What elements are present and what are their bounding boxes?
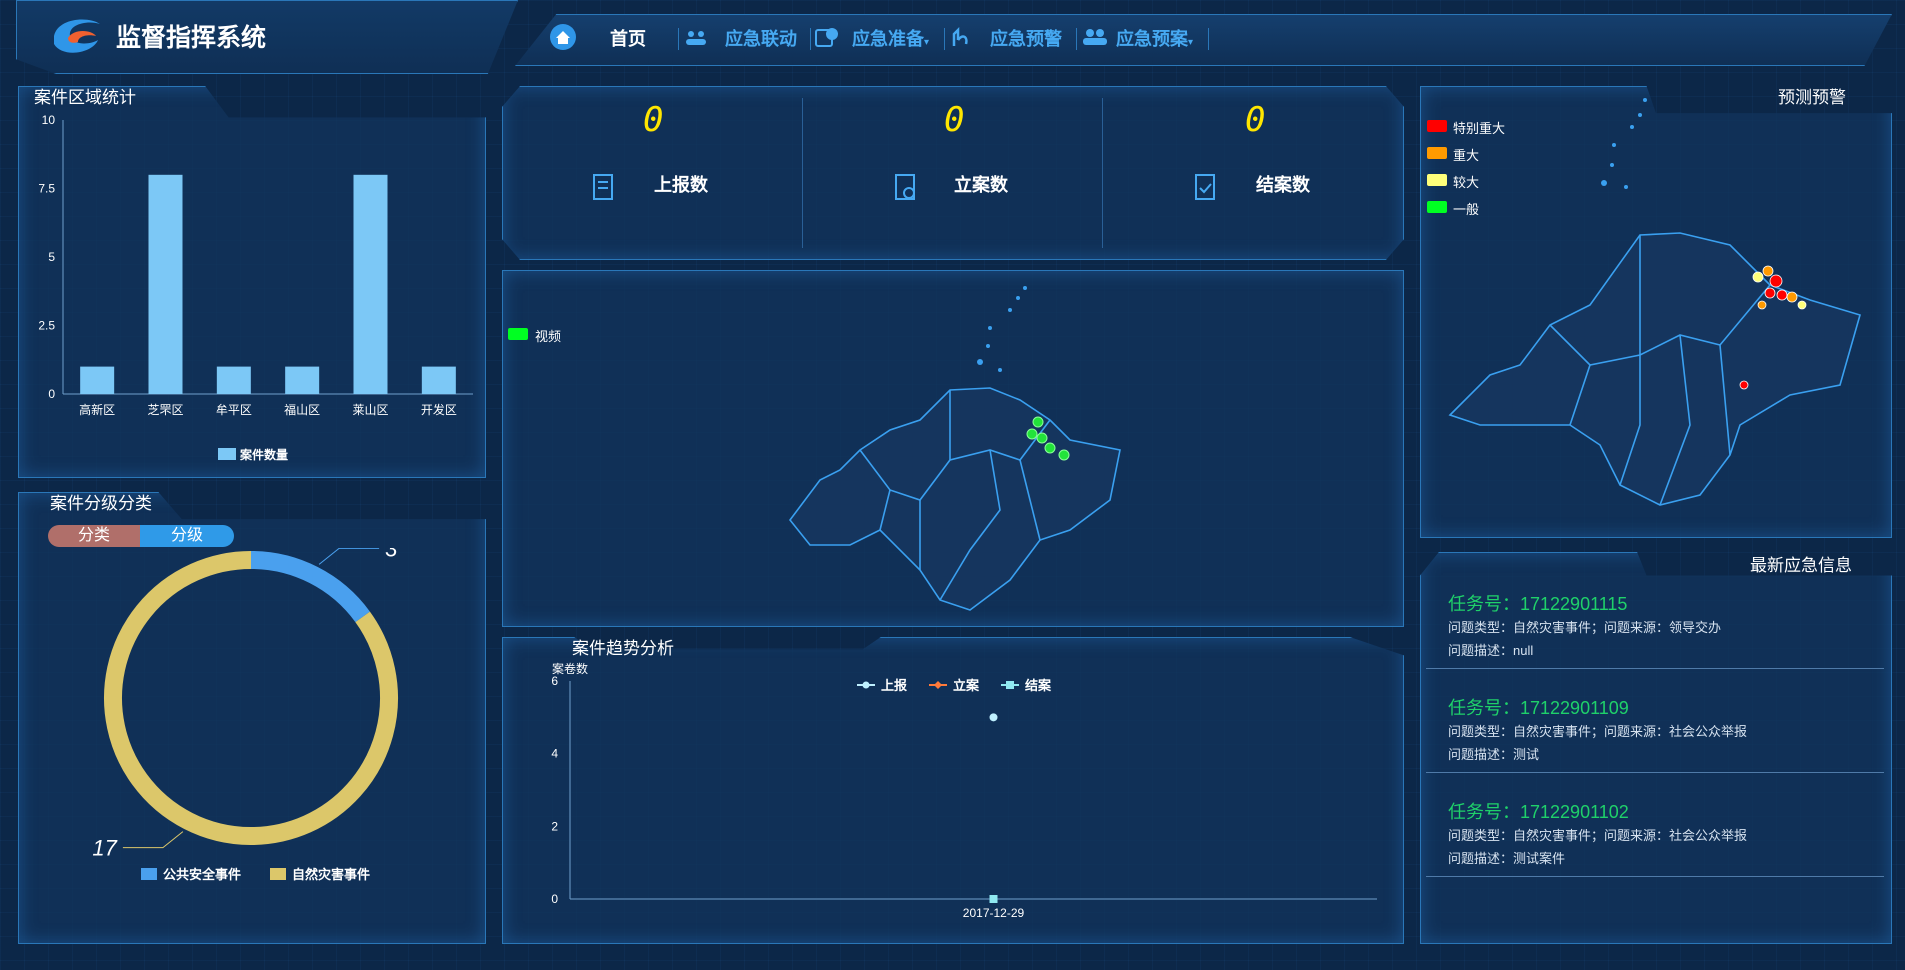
task-type-source: 问题类型：自然灾害事件；问题来源：领导交办 bbox=[1448, 620, 1722, 635]
nav-item-plan-label: 应急预案 bbox=[1116, 29, 1188, 49]
report-count-label: 上报数 bbox=[654, 175, 708, 195]
trend-legend-marker[interactable] bbox=[1006, 681, 1014, 689]
task-description: 问题描述：null bbox=[1448, 643, 1534, 658]
task-type-source: 问题类型：自然灾害事件；问题来源：社会公众举报 bbox=[1448, 724, 1748, 739]
close-count-label: 结案数 bbox=[1256, 175, 1310, 195]
file-register-icon bbox=[895, 174, 915, 200]
trend-y-tick-label: 4 bbox=[551, 747, 558, 761]
people-icon bbox=[686, 31, 706, 45]
donut-legend-label[interactable]: 公共安全事件 bbox=[163, 867, 241, 882]
nav-item-plan[interactable]: 应急预案▾ bbox=[1116, 25, 1193, 51]
nav-divider bbox=[944, 28, 945, 50]
alert-hand-icon bbox=[952, 26, 968, 46]
report-count-value: 0 bbox=[643, 100, 664, 140]
bar-x-tick-label: 福山区 bbox=[284, 402, 320, 417]
bar[interactable] bbox=[421, 366, 456, 394]
bar-x-tick-label: 莱山区 bbox=[352, 403, 388, 417]
chevron-down-icon: ▾ bbox=[924, 37, 930, 48]
bar-y-tick-label: 2.5 bbox=[38, 319, 55, 333]
info-panel-title: 最新应急信息 bbox=[1750, 556, 1852, 575]
register-count-label: 立案数 bbox=[954, 175, 1008, 195]
nav-divider bbox=[1208, 28, 1209, 50]
bar-x-tick-label: 开发区 bbox=[421, 402, 457, 417]
nav-item-linkage[interactable]: 应急联动 bbox=[725, 25, 797, 51]
logo-icon bbox=[54, 19, 100, 53]
task-number[interactable]: 任务号：17122901102 bbox=[1448, 798, 1629, 824]
info-divider bbox=[1426, 668, 1884, 669]
users-icon bbox=[1083, 29, 1107, 45]
map-legend-video-swatch[interactable] bbox=[508, 328, 528, 340]
nav-item-warning[interactable]: 应急预警 bbox=[990, 25, 1062, 51]
file-check-icon bbox=[1195, 174, 1215, 200]
grade-panel-title: 案件分级分类 bbox=[50, 494, 152, 513]
bar-x-tick-label: 高新区 bbox=[79, 402, 115, 417]
warning-region-map[interactable] bbox=[1440, 95, 1880, 535]
task-description: 问题描述：测试案件 bbox=[1448, 851, 1566, 866]
register-count-value: 0 bbox=[944, 100, 965, 140]
bar-legend-swatch[interactable] bbox=[218, 448, 236, 460]
home-icon[interactable] bbox=[550, 24, 576, 50]
center-region-map[interactable] bbox=[770, 280, 1130, 620]
toggle-grade-button[interactable]: 分级 bbox=[140, 525, 234, 547]
trend-y-tick-label: 0 bbox=[551, 892, 558, 906]
nav-item-prepare-label: 应急准备 bbox=[852, 29, 924, 49]
report-icon bbox=[593, 174, 613, 200]
trend-y-tick-label: 6 bbox=[551, 674, 558, 688]
nav-divider bbox=[678, 28, 679, 50]
trend-line-chart: 案卷数02462017-12-29上报 立案 结案 bbox=[551, 661, 1377, 920]
toggle-classify-button[interactable]: 分类 bbox=[48, 525, 140, 547]
donut-legend-swatch[interactable] bbox=[270, 868, 286, 880]
map-legend-video[interactable]: 视频 bbox=[535, 326, 561, 345]
donut-legend-swatch[interactable] bbox=[141, 868, 157, 880]
bar[interactable] bbox=[80, 366, 115, 394]
trend-legend-label[interactable]: 上报 bbox=[881, 678, 908, 693]
bar[interactable] bbox=[285, 366, 320, 394]
donut-legend-label[interactable]: 自然灾害事件 bbox=[292, 867, 370, 882]
stats-divider bbox=[802, 98, 803, 248]
task-description: 问题描述：测试 bbox=[1448, 747, 1540, 762]
stats-divider bbox=[1102, 98, 1103, 248]
region-bar-chart: 0 2.5 5 7.5 10 高新区 芝罘区 牟平区 福山区 莱山区 开发区案件数量 bbox=[38, 113, 473, 462]
bar-x-tick-label: 芝罘区 bbox=[147, 402, 183, 417]
donut-leader-line bbox=[318, 548, 380, 565]
bar[interactable] bbox=[216, 366, 251, 394]
donut-slice[interactable] bbox=[250, 551, 370, 623]
trend-y-tick-label: 2 bbox=[551, 819, 558, 833]
donut-value-label: 17 bbox=[92, 836, 117, 861]
trend-legend-label[interactable]: 结案 bbox=[1025, 678, 1052, 693]
info-divider bbox=[1426, 876, 1884, 877]
bar-y-tick-label: 10 bbox=[42, 113, 56, 127]
trend-legend-marker[interactable] bbox=[934, 681, 942, 689]
nav-item-prepare[interactable]: 应急准备▾ bbox=[852, 25, 929, 51]
trend-point[interactable] bbox=[989, 895, 998, 903]
donut-leader-line bbox=[122, 831, 184, 849]
bar-y-tick-label: 5 bbox=[48, 250, 55, 264]
chevron-down-icon: ▾ bbox=[1188, 37, 1194, 48]
app-title: 监督指挥系统 bbox=[116, 24, 267, 52]
bar-legend-label[interactable]: 案件数量 bbox=[239, 447, 288, 462]
task-number[interactable]: 任务号：17122901109 bbox=[1448, 694, 1629, 720]
trend-point[interactable] bbox=[989, 713, 998, 722]
task-type-source: 问题类型：自然灾害事件；问题来源：社会公众举报 bbox=[1448, 828, 1748, 843]
trend-legend-label[interactable]: 立案 bbox=[953, 678, 980, 693]
bar-y-tick-label: 7.5 bbox=[38, 182, 55, 196]
nav-bar bbox=[515, 14, 1892, 66]
bar[interactable] bbox=[148, 174, 183, 394]
nav-divider bbox=[810, 28, 811, 50]
region-panel-title: 案件区域统计 bbox=[34, 88, 136, 107]
trend-legend-marker[interactable] bbox=[862, 681, 870, 689]
info-divider bbox=[1426, 772, 1884, 773]
task-number[interactable]: 任务号：17122901115 bbox=[1448, 590, 1627, 616]
grade-donut-chart: 3 17 公共安全事件 自然灾害事件 bbox=[92, 548, 398, 882]
bar[interactable] bbox=[353, 174, 388, 394]
trend-x-tick-label: 2017-12-29 bbox=[963, 906, 1025, 920]
donut-value-label: 3 bbox=[385, 548, 398, 561]
bar-x-tick-label: 牟平区 bbox=[216, 402, 252, 417]
close-count-value: 0 bbox=[1245, 100, 1266, 140]
nav-item-home[interactable]: 首页 bbox=[610, 25, 646, 51]
bar-y-tick-label: 0 bbox=[48, 387, 55, 401]
shield-icon bbox=[815, 28, 838, 47]
nav-divider bbox=[1076, 28, 1077, 50]
